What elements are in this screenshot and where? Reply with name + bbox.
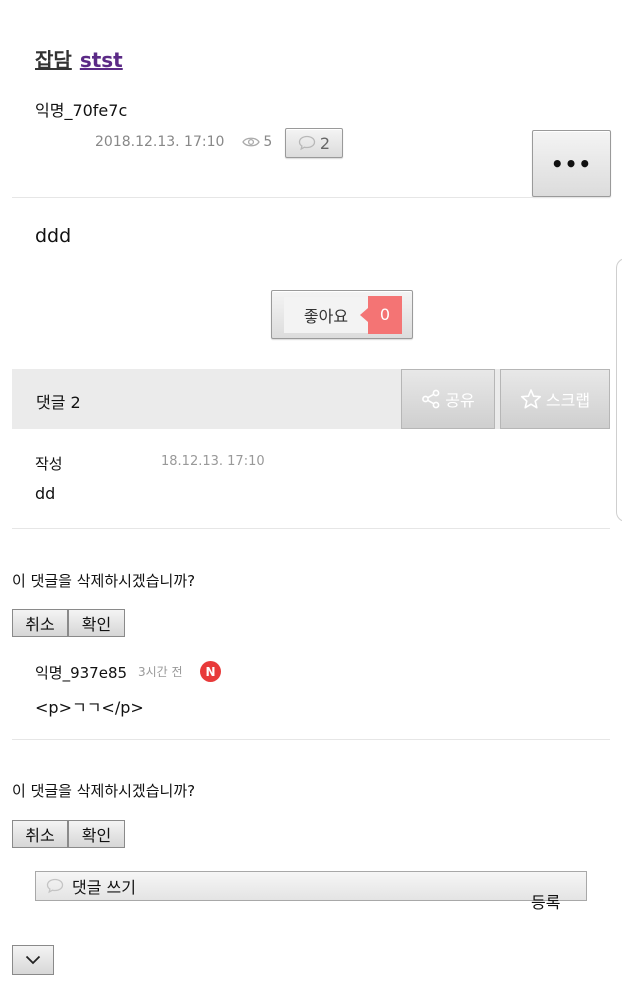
delete-confirm-prompt: 이 댓글을 삭제하시겠습니까? xyxy=(12,782,196,800)
post-author[interactable]: 익명_70fe7c xyxy=(35,97,127,121)
comment-time: 3시간 전 xyxy=(138,665,183,679)
comment-date: 18.12.13. 17:10 xyxy=(161,454,265,469)
comment-author[interactable]: 익명_937e85 xyxy=(35,662,127,683)
comment-write-input[interactable]: 댓글 쓰기 xyxy=(35,871,587,901)
like-label: 좋아요 xyxy=(284,296,368,333)
comment-write-placeholder: 댓글 쓰기 xyxy=(72,878,136,897)
like-button[interactable]: 좋아요 0 xyxy=(271,290,413,339)
view-count-value: 5 xyxy=(263,134,273,150)
like-count: 0 xyxy=(360,295,402,334)
comment-author[interactable]: 작성 xyxy=(35,453,63,474)
speech-bubble-icon xyxy=(46,878,64,894)
comment-count-button[interactable]: 2 xyxy=(285,128,343,158)
star-icon xyxy=(520,389,542,409)
share-icon xyxy=(422,389,440,409)
post-meta: 2018.12.13. 17:10 5 xyxy=(95,134,272,150)
eye-icon xyxy=(242,137,261,147)
post-title-row: 잡담 stst xyxy=(35,44,123,73)
divider xyxy=(12,528,610,529)
more-options-icon: ••• xyxy=(550,151,593,176)
divider xyxy=(12,197,610,198)
divider xyxy=(12,739,610,740)
scrap-label: 스크랩 xyxy=(545,391,591,410)
comments-count-label: 댓글 2 xyxy=(36,393,81,412)
comment-count-value: 2 xyxy=(319,133,331,153)
more-options-button[interactable]: ••• xyxy=(532,130,611,197)
confirm-button[interactable]: 확인 xyxy=(68,609,125,637)
scrap-button[interactable]: 스크랩 xyxy=(500,369,610,429)
post-body: ddd xyxy=(35,225,72,247)
submit-button[interactable]: 등록 xyxy=(531,889,560,913)
new-badge: N xyxy=(200,661,221,682)
scroll-handle[interactable] xyxy=(616,258,622,522)
share-label: 공유 xyxy=(445,391,475,410)
post-date: 2018.12.13. 17:10 xyxy=(95,134,225,150)
scroll-down-button[interactable] xyxy=(12,945,54,975)
delete-confirm-prompt: 이 댓글을 삭제하시겠습니까? xyxy=(12,572,196,590)
category-link[interactable]: 잡담 xyxy=(35,48,72,72)
confirm-button[interactable]: 확인 xyxy=(68,820,125,848)
chevron-down-icon xyxy=(25,955,41,965)
view-count: 5 xyxy=(242,134,272,150)
comment-text: dd xyxy=(35,484,56,503)
comment-text: <p>ㄱㄱ</p> xyxy=(35,698,144,717)
post-title-link[interactable]: stst xyxy=(80,48,123,72)
share-button[interactable]: 공유 xyxy=(401,369,495,429)
cancel-button[interactable]: 취소 xyxy=(12,820,68,848)
speech-bubble-icon xyxy=(298,135,316,151)
cancel-button[interactable]: 취소 xyxy=(12,609,68,637)
